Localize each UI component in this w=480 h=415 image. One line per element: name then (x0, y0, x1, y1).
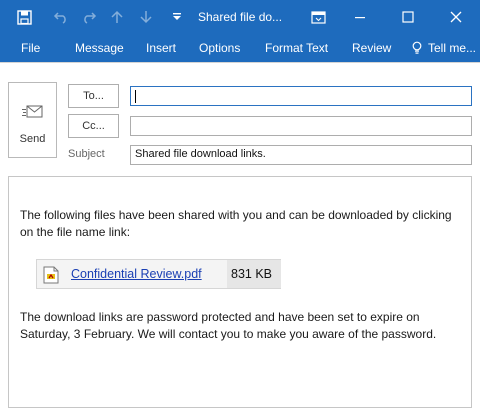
subject-value: Shared file download links. (135, 148, 266, 160)
lightbulb-icon (411, 34, 423, 62)
tab-review[interactable]: Review (352, 34, 391, 62)
text-caret (135, 90, 136, 103)
attachment-link[interactable]: Confidential Review.pdf (71, 267, 202, 281)
pdf-file-icon (43, 266, 59, 287)
undo-icon[interactable] (52, 0, 70, 34)
tab-file[interactable]: File (21, 34, 40, 62)
attachment-size-box: 831 KB (227, 260, 281, 288)
cc-button[interactable]: Cc... (68, 114, 119, 138)
send-button[interactable]: Send (8, 82, 57, 158)
close-icon[interactable] (446, 0, 466, 34)
to-button[interactable]: To... (68, 84, 119, 108)
minimize-icon[interactable] (350, 0, 370, 34)
body-paragraph-1: The following files have been shared wit… (20, 208, 452, 239)
subject-label: Subject (68, 148, 105, 160)
ribbon-display-icon[interactable] (308, 0, 328, 34)
redo-icon[interactable] (80, 0, 98, 34)
send-icon (22, 101, 44, 126)
attachment-size: 831 KB (231, 267, 273, 281)
up-arrow-icon[interactable] (109, 0, 125, 34)
attachment[interactable]: Confidential Review.pdf 831 KB (36, 259, 281, 289)
body-paragraph-2: The download links are password protecte… (20, 310, 437, 341)
tab-insert[interactable]: Insert (146, 34, 176, 62)
window-title: Shared file do... (198, 10, 283, 24)
maximize-icon[interactable] (398, 0, 418, 34)
tab-message[interactable]: Message (75, 34, 124, 62)
send-label: Send (19, 133, 46, 145)
save-icon[interactable] (14, 0, 34, 34)
tab-options[interactable]: Options (199, 34, 240, 62)
message-body[interactable]: The following files have been shared wit… (8, 176, 472, 408)
tab-format-text[interactable]: Format Text (265, 34, 328, 62)
title-bar: Shared file do... (0, 0, 480, 34)
subject-field[interactable]: Shared file download links. (130, 145, 472, 165)
to-field[interactable] (130, 86, 472, 106)
down-arrow-icon[interactable] (138, 0, 154, 34)
ribbon-tabs: File Message Insert Options Format Text … (0, 34, 480, 62)
tell-me-search[interactable]: Tell me... (428, 34, 476, 62)
customize-toolbar-icon[interactable] (170, 0, 184, 34)
cc-field[interactable] (130, 116, 472, 136)
